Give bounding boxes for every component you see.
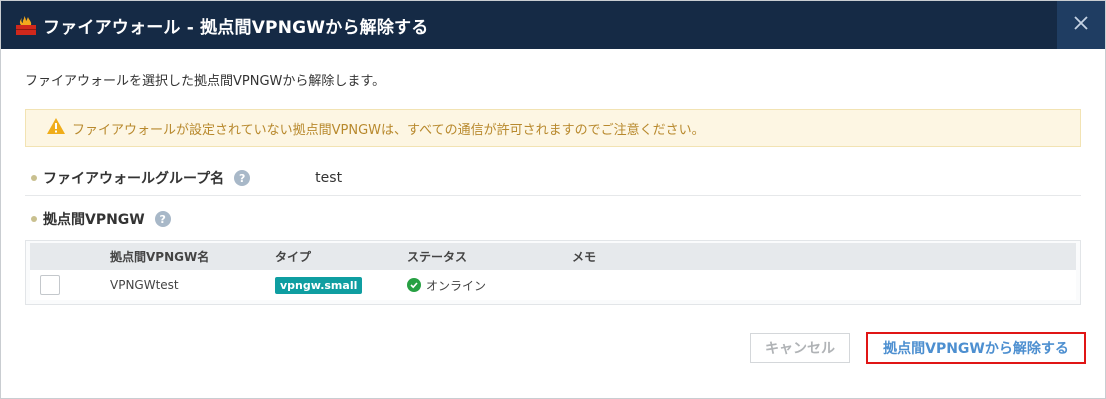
vpngw-name: VPNGWtest xyxy=(110,278,179,292)
release-vpngw-button[interactable]: 拠点間VPNGWから解除する xyxy=(866,332,1086,364)
warning-icon xyxy=(46,117,66,139)
vpngw-section-heading: 拠点間VPNGW ? xyxy=(25,206,1081,232)
release-firewall-dialog: ファイアウォール - 拠点間VPNGWから解除する ファイアウォールを選択した拠… xyxy=(0,0,1106,399)
row-checkbox[interactable] xyxy=(40,275,60,295)
column-header-name[interactable]: 拠点間VPNGW名 xyxy=(110,248,275,265)
help-icon[interactable]: ? xyxy=(154,211,171,227)
bullet-dot xyxy=(31,216,37,222)
table-header-row: 拠点間VPNGW名 タイプ ステータス メモ xyxy=(30,243,1076,270)
bullet-dot xyxy=(31,175,37,181)
status-cell: オンライン xyxy=(407,277,572,294)
column-header-memo[interactable]: メモ xyxy=(572,248,596,265)
table-row[interactable]: VPNGWtest vpngw.small オンライン xyxy=(30,270,1076,300)
dialog-description: ファイアウォールを選択した拠点間VPNGWから解除します。 xyxy=(25,74,386,89)
type-badge: vpngw.small xyxy=(275,276,363,294)
column-header-type[interactable]: タイプ xyxy=(275,248,407,265)
check-circle-icon xyxy=(407,278,421,292)
cancel-button[interactable]: キャンセル xyxy=(750,333,850,363)
dialog-title: ファイアウォール - 拠点間VPNGWから解除する xyxy=(43,17,429,38)
type-cell: vpngw.small xyxy=(275,276,407,294)
dialog-body: ファイアウォールを選択した拠点間VPNGWから解除します。 ファイアウォールが設… xyxy=(1,73,1105,305)
firewall-group-row: ファイアウォールグループ名 ? test xyxy=(25,161,1081,196)
warning-text: ファイアウォールが設定されていない拠点間VPNGWは、すべての通信が許可されます… xyxy=(72,122,705,138)
firewall-group-label: ファイアウォールグループ名 xyxy=(43,171,225,187)
row-checkbox-cell xyxy=(30,275,110,295)
close-button[interactable] xyxy=(1057,1,1105,49)
dialog-footer: キャンセル 拠点間VPNGWから解除する xyxy=(1,331,1105,367)
dialog-header: ファイアウォール - 拠点間VPNGWから解除する xyxy=(1,1,1105,49)
help-icon[interactable]: ? xyxy=(234,170,251,186)
warning-alert: ファイアウォールが設定されていない拠点間VPNGWは、すべての通信が許可されます… xyxy=(25,109,1081,147)
firewall-icon xyxy=(15,14,37,36)
status-text: オンライン xyxy=(426,278,487,293)
column-header-status[interactable]: ステータス xyxy=(407,248,572,265)
vpngw-section-label: 拠点間VPNGW xyxy=(43,212,145,228)
firewall-group-value: test xyxy=(315,170,343,186)
close-icon xyxy=(1073,15,1089,35)
vpngw-table: 拠点間VPNGW名 タイプ ステータス メモ VPNGWtest vpngw.s… xyxy=(25,240,1081,305)
